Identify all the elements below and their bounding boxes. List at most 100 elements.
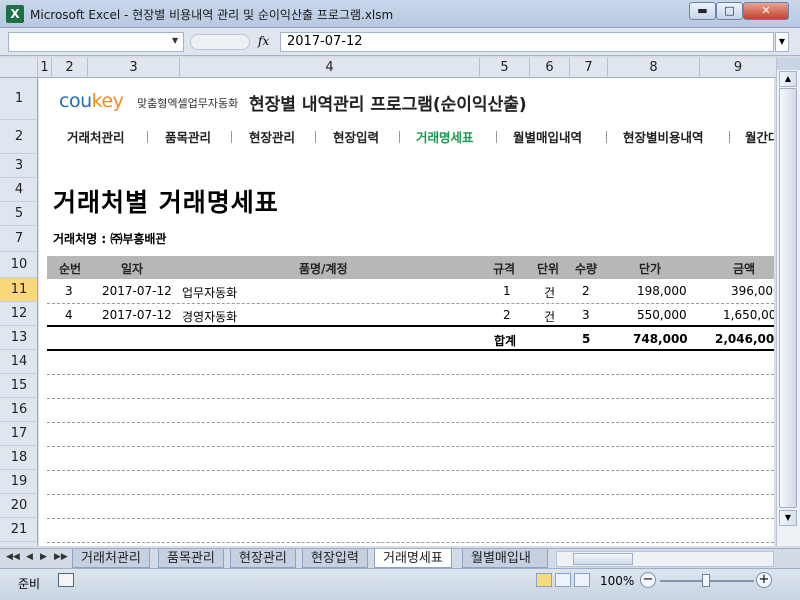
page-title: 거래처별 거래명세표 (53, 188, 279, 217)
col-amount: 금액 (733, 262, 756, 276)
cell-unit-price[interactable]: 198,000 (637, 284, 687, 298)
sheet-tab[interactable]: 품목관리 (158, 549, 224, 568)
cell-spec[interactable]: 1 (503, 284, 511, 298)
scroll-up-icon[interactable]: ▲ (779, 71, 797, 87)
sheet-tab[interactable]: 거래처관리 (72, 549, 150, 568)
column-header[interactable]: 8 (608, 58, 700, 78)
column-header[interactable]: 6 (530, 58, 570, 78)
nav-separator (231, 131, 232, 143)
prev-sheet-icon[interactable]: ◀ (26, 552, 33, 562)
row-header[interactable]: 12 (0, 302, 37, 326)
column-header[interactable]: 3 (88, 58, 180, 78)
row-header[interactable]: 19 (0, 470, 37, 494)
row-header[interactable]: 14 (0, 350, 37, 374)
row-header[interactable]: 18 (0, 446, 37, 470)
macro-record-icon[interactable] (58, 573, 74, 587)
cell-item[interactable]: 업무자동화 (182, 284, 237, 301)
nav-vendor-management[interactable]: 거래처관리 (67, 127, 125, 146)
sheet-tab[interactable]: 월별매입내역 (462, 549, 548, 568)
nav-site-input[interactable]: 현장입력 (333, 127, 379, 146)
vertical-scrollbar[interactable]: ▲ ▼ (776, 58, 800, 546)
row-header[interactable]: 21 (0, 518, 37, 542)
close-button[interactable]: ✕ (743, 2, 789, 20)
page-break-icon[interactable] (574, 573, 590, 587)
row-header[interactable]: 15 (0, 374, 37, 398)
col-seq: 순번 (59, 262, 82, 276)
split-handle[interactable] (777, 58, 800, 70)
cell-qty[interactable]: 2 (582, 284, 590, 298)
cell-unit[interactable]: 건 (544, 284, 555, 301)
zoom-out-icon[interactable]: − (640, 572, 656, 588)
page-layout-icon[interactable] (555, 573, 571, 587)
cell-spec[interactable]: 2 (503, 308, 511, 322)
zoom-slider-thumb[interactable] (702, 574, 710, 587)
column-header[interactable]: 5 (480, 58, 530, 78)
col-date: 일자 (121, 262, 144, 276)
nav-monthly[interactable]: 월간대 (745, 127, 774, 146)
cell-date[interactable]: 2017-07-12 (102, 284, 172, 298)
cell-amount[interactable]: 396,000 (731, 284, 774, 298)
row-header[interactable]: 20 (0, 494, 37, 518)
column-header[interactable]: 9 (700, 58, 776, 78)
last-sheet-icon[interactable]: ▶▶ (54, 552, 68, 562)
cell-unit[interactable]: 건 (544, 308, 555, 325)
row-header[interactable]: 1 (0, 78, 37, 120)
h-scroll-thumb[interactable] (573, 553, 633, 565)
nav-site-costs[interactable]: 현장별비용내역 (623, 127, 704, 146)
sheet-tab[interactable]: 현장관리 (230, 549, 296, 568)
name-box-dropdown-icon[interactable]: ▼ (172, 36, 178, 45)
row-header[interactable]: 5 (0, 202, 37, 226)
insert-function-icon[interactable]: fx (258, 34, 269, 48)
row-header[interactable]: 10 (0, 252, 37, 278)
column-header[interactable]: 4 (180, 58, 480, 78)
row-header[interactable]: 17 (0, 422, 37, 446)
nav-item-management[interactable]: 품목관리 (165, 127, 211, 146)
nav-transaction-statement[interactable]: 거래명세표 (416, 127, 474, 146)
sheet-tab-active[interactable]: 거래명세표 (374, 549, 452, 568)
row-header[interactable]: 4 (0, 178, 37, 202)
nav-monthly-purchases[interactable]: 월별매입내역 (513, 127, 582, 146)
row-divider (47, 374, 774, 375)
cell-seq[interactable]: 4 (65, 308, 73, 322)
formula-bar-resize-handle[interactable] (190, 34, 250, 50)
next-sheet-icon[interactable]: ▶ (40, 552, 47, 562)
column-header[interactable]: 1 (38, 58, 52, 78)
select-all-corner[interactable] (0, 58, 38, 78)
nav-site-management[interactable]: 현장관리 (249, 127, 295, 146)
row-header[interactable]: 13 (0, 326, 37, 350)
cell-seq[interactable]: 3 (65, 284, 73, 298)
minimize-button[interactable]: ▬ (689, 2, 716, 20)
column-header[interactable]: 7 (570, 58, 608, 78)
cell-amount[interactable]: 1,650,000 (723, 308, 774, 322)
cell-item[interactable]: 경영자동화 (182, 308, 237, 325)
cell-qty[interactable]: 3 (582, 308, 590, 322)
cell-unit-price[interactable]: 550,000 (637, 308, 687, 322)
column-header[interactable]: 2 (52, 58, 88, 78)
sheet-tab[interactable]: 현장입력 (302, 549, 368, 568)
column-headers: 1 2 3 4 5 6 7 8 9 (0, 58, 776, 78)
cell-date[interactable]: 2017-07-12 (102, 308, 172, 322)
total-amount[interactable]: 2,046,000 (715, 332, 774, 346)
row-header-selected[interactable]: 11 (0, 278, 37, 302)
horizontal-scrollbar[interactable] (556, 551, 774, 567)
worksheet[interactable]: coukey 맞춤형엑셀업무자동화 현장별 내역관리 프로그램(순이익산출) 거… (39, 78, 774, 546)
zoom-in-icon[interactable]: + (756, 572, 772, 588)
normal-view-icon[interactable] (536, 573, 552, 587)
row-header[interactable]: 2 (0, 120, 37, 154)
status-bar: 준비 100% − + (0, 568, 800, 600)
total-label: 합계 (494, 334, 517, 348)
row-header[interactable]: 3 (0, 154, 37, 178)
row-header[interactable]: 16 (0, 398, 37, 422)
expand-formula-bar-icon[interactable]: ▼ (775, 32, 789, 52)
zoom-level[interactable]: 100% (600, 574, 634, 588)
scroll-thumb[interactable] (779, 88, 797, 508)
first-sheet-icon[interactable]: ◀◀ (6, 552, 20, 562)
formula-input[interactable]: 2017-07-12 (280, 32, 774, 52)
total-qty[interactable]: 5 (582, 332, 590, 346)
total-unit-price[interactable]: 748,000 (633, 332, 688, 346)
scroll-down-icon[interactable]: ▼ (779, 510, 797, 526)
name-box[interactable] (8, 32, 184, 52)
window-title: Microsoft Excel - 현장별 비용내역 관리 및 순이익산출 프로… (30, 8, 394, 22)
maximize-button[interactable]: □ (716, 2, 743, 20)
row-header[interactable]: 7 (0, 226, 37, 252)
